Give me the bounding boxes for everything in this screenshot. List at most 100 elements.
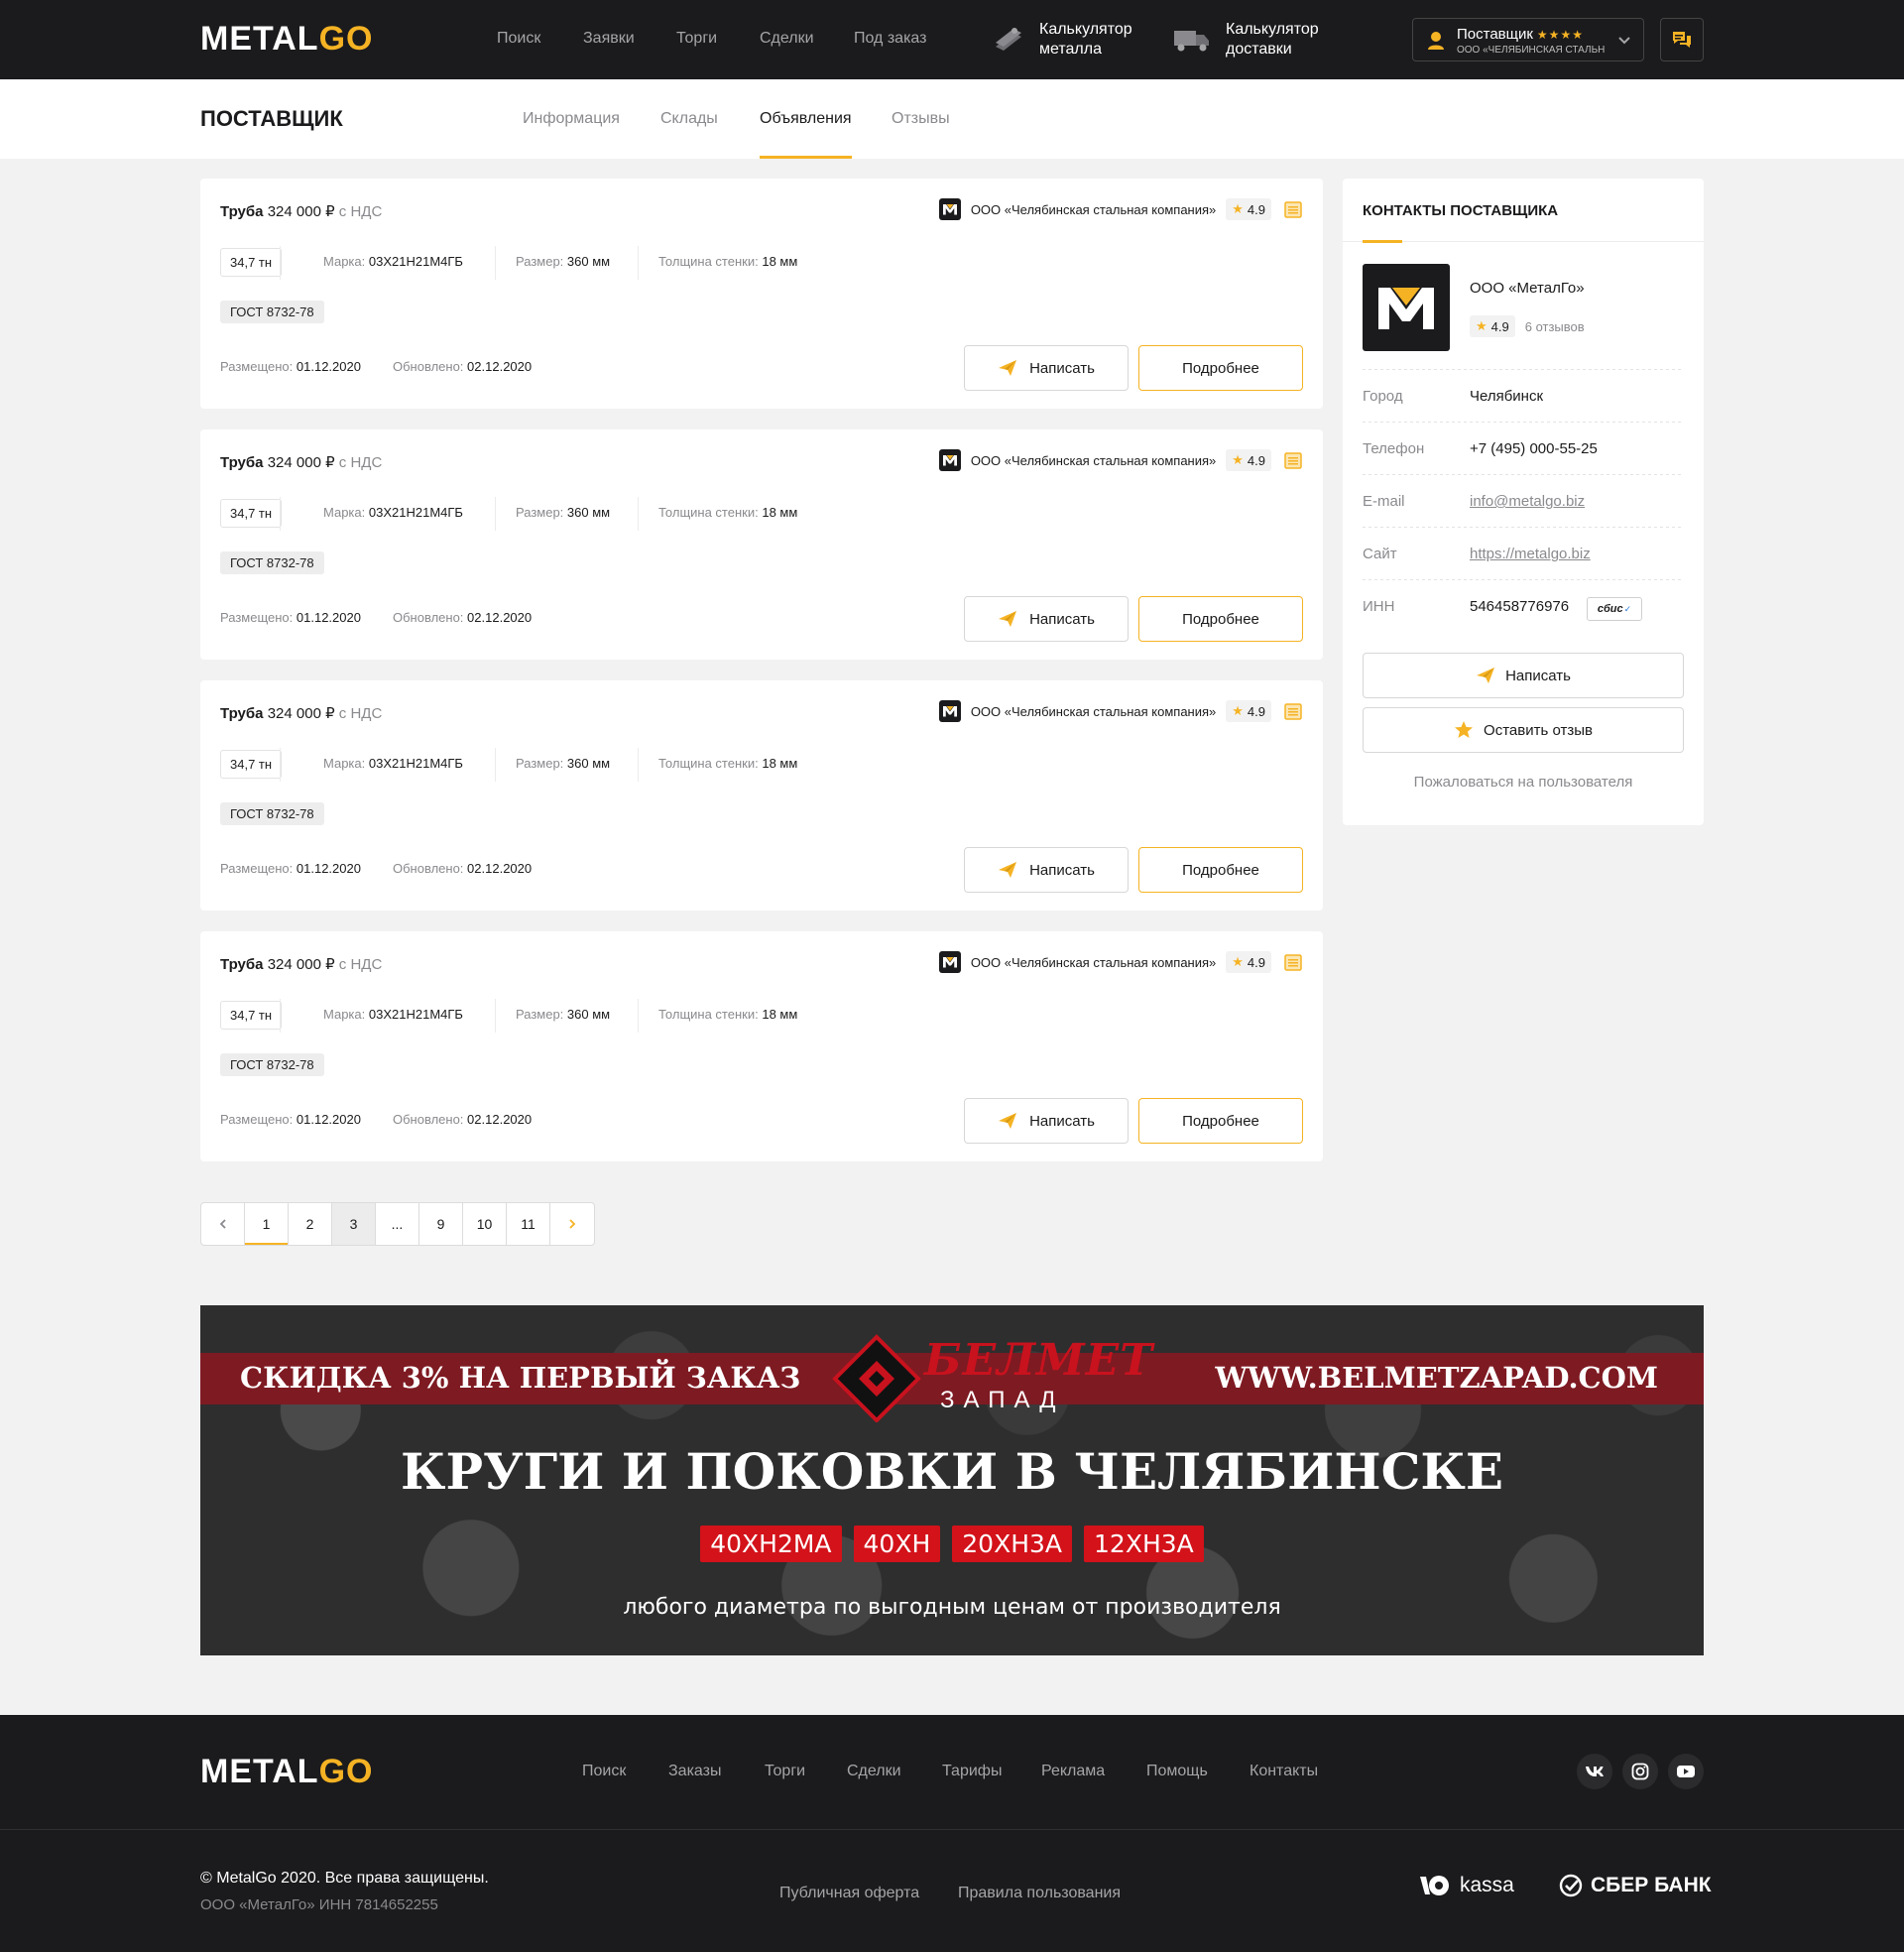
- delivery-calculator-link[interactable]: Калькулятор доставки: [1172, 20, 1319, 60]
- messages-button[interactable]: [1660, 18, 1704, 61]
- email-link[interactable]: info@metalgo.biz: [1470, 493, 1585, 510]
- metal-calculator-link[interactable]: Калькулятор металла: [992, 20, 1132, 60]
- divider: [280, 497, 281, 531]
- listing-card[interactable]: Труба 324 000 ₽ с НДС ООО «Челябинская с…: [200, 179, 1323, 409]
- grade-badge: 20ХН3А: [952, 1525, 1073, 1562]
- listing-price: 324 000 ₽: [267, 705, 335, 722]
- reviews-count-link[interactable]: 6 отзывов: [1525, 319, 1585, 334]
- nav-search[interactable]: Поиск: [497, 30, 540, 48]
- divider: [638, 246, 639, 280]
- footer-nav-advertising[interactable]: Реклама: [1041, 1763, 1105, 1780]
- legal-info-text: ООО «МеталГо» ИНН 7814652255: [200, 1896, 438, 1913]
- size-spec: Размер: 360 мм: [516, 505, 611, 520]
- product-name: Труба: [220, 705, 264, 722]
- divider: [280, 246, 281, 280]
- size-spec: Размер: 360 мм: [516, 254, 611, 269]
- details-button[interactable]: Подробнее: [1138, 596, 1303, 642]
- star-icon: ★: [1232, 703, 1244, 718]
- grade-badge: 40ХН: [853, 1525, 941, 1562]
- truck-icon: [1174, 31, 1209, 52]
- pagination-ellipsis: ...: [376, 1203, 419, 1245]
- seller-info[interactable]: ООО «Челябинская стальная компания» ★ 4.9: [938, 951, 1303, 973]
- seller-info[interactable]: ООО «Челябинская стальная компания» ★ 4.9: [938, 700, 1303, 722]
- pagination-page[interactable]: 1: [245, 1203, 289, 1245]
- report-user-link[interactable]: Пожаловаться на пользователя: [1343, 774, 1704, 791]
- seller-info[interactable]: ООО «Челябинская стальная компания» ★ 4.9: [938, 449, 1303, 471]
- footer-nav-deals[interactable]: Сделки: [847, 1763, 901, 1780]
- user-account-dropdown[interactable]: Поставщик ★★★★ ООО «ЧЕЛЯБИНСКАЯ СТАЛЬН...: [1412, 18, 1644, 61]
- wall-thickness-value: 18 мм: [762, 756, 798, 771]
- paper-plane-icon: [999, 611, 1017, 627]
- gost-tag: ГОСТ 8732-78: [220, 301, 324, 323]
- seller-info[interactable]: ООО «Челябинская стальная компания» ★ 4.9: [938, 198, 1303, 220]
- details-button[interactable]: Подробнее: [1138, 847, 1303, 893]
- city-value: Челябинск: [1470, 388, 1544, 405]
- footer-nav-search[interactable]: Поиск: [582, 1763, 626, 1780]
- footer-nav-pricing[interactable]: Тарифы: [942, 1763, 1002, 1780]
- company-check-badge[interactable]: сбис ✓: [1587, 597, 1642, 621]
- tab-listings[interactable]: Объявления: [760, 110, 852, 128]
- footer-nav-help[interactable]: Помощь: [1146, 1763, 1208, 1780]
- listing-card[interactable]: Труба 324 000 ₽ с НДС ООО «Челябинская с…: [200, 680, 1323, 911]
- listing-card[interactable]: Труба 324 000 ₽ с НДС ООО «Челябинская с…: [200, 429, 1323, 660]
- document-icon[interactable]: [1283, 450, 1303, 470]
- details-button[interactable]: Подробнее: [1138, 345, 1303, 391]
- listing-price: 324 000 ₽: [267, 203, 335, 220]
- listing-card[interactable]: Труба 324 000 ₽ с НДС ООО «Челябинская с…: [200, 931, 1323, 1161]
- advertisement-banner[interactable]: СКИДКА 3% НА ПЕРВЫЙ ЗАКАЗ WWW.BELMETZAPA…: [200, 1305, 1704, 1655]
- leave-review-button[interactable]: Оставить отзыв: [1363, 707, 1684, 753]
- footer-nav-contacts[interactable]: Контакты: [1250, 1763, 1318, 1780]
- check-icon: ✓: [1623, 603, 1632, 614]
- pagination-prev-button[interactable]: [201, 1203, 245, 1245]
- posted-date: Размещено: 01.12.2020: [220, 1112, 361, 1127]
- metalgo-logo[interactable]: METALGO: [200, 20, 373, 59]
- write-message-button[interactable]: Написать: [964, 847, 1129, 893]
- divider: [1363, 369, 1684, 370]
- pagination-next-button[interactable]: [550, 1203, 594, 1245]
- pagination-page[interactable]: 9: [419, 1203, 463, 1245]
- logo-text-metal: METAL: [200, 20, 319, 58]
- grade-spec: Марка: 03Х21Н21М4ГБ: [323, 254, 463, 269]
- nav-custom-order[interactable]: Под заказ: [854, 30, 926, 48]
- nav-deals[interactable]: Сделки: [760, 30, 814, 48]
- divider: [0, 1829, 1904, 1830]
- grade-value: 03Х21Н21М4ГБ: [368, 505, 463, 520]
- document-icon[interactable]: [1283, 199, 1303, 219]
- listing-title: Труба 324 000 ₽ с НДС: [220, 453, 382, 471]
- nav-auctions[interactable]: Торги: [676, 30, 717, 48]
- terms-of-use-link[interactable]: Правила пользования: [958, 1885, 1121, 1902]
- tab-information[interactable]: Информация: [523, 110, 620, 128]
- pagination-page[interactable]: 3: [332, 1203, 376, 1245]
- pagination-page[interactable]: 10: [463, 1203, 507, 1245]
- footer-nav-auctions[interactable]: Торги: [765, 1763, 805, 1780]
- vat-note: с НДС: [338, 454, 383, 471]
- sberbank-icon: [1559, 1874, 1583, 1897]
- top-navigation-bar: METALGO Поиск Заявки Торги Сделки Под за…: [0, 0, 1904, 79]
- write-message-button[interactable]: Написать: [964, 596, 1129, 642]
- document-icon[interactable]: [1283, 952, 1303, 972]
- seller-m-logo-icon: [942, 455, 957, 466]
- instagram-icon[interactable]: [1622, 1754, 1658, 1789]
- seller-logo: [938, 700, 961, 722]
- write-message-button[interactable]: Написать: [1363, 653, 1684, 698]
- footer-nav-orders[interactable]: Заказы: [668, 1763, 721, 1780]
- pagination-page[interactable]: 11: [507, 1203, 550, 1245]
- divider: [495, 999, 496, 1033]
- listing-price: 324 000 ₽: [267, 454, 335, 471]
- document-icon[interactable]: [1283, 701, 1303, 721]
- tab-warehouses[interactable]: Склады: [660, 110, 718, 128]
- divider: [1363, 474, 1684, 475]
- website-link[interactable]: https://metalgo.biz: [1470, 546, 1591, 562]
- public-offer-link[interactable]: Публичная оферта: [779, 1885, 919, 1902]
- details-button[interactable]: Подробнее: [1138, 1098, 1303, 1144]
- write-message-button[interactable]: Написать: [964, 345, 1129, 391]
- youtube-icon[interactable]: [1668, 1754, 1704, 1789]
- tab-reviews[interactable]: Отзывы: [892, 110, 950, 128]
- vk-icon[interactable]: [1577, 1754, 1612, 1789]
- write-message-button[interactable]: Написать: [964, 1098, 1129, 1144]
- footer-logo[interactable]: METALGO: [200, 1753, 373, 1791]
- pagination-page[interactable]: 2: [289, 1203, 332, 1245]
- size-value: 360 мм: [566, 756, 611, 771]
- nav-requests[interactable]: Заявки: [583, 30, 635, 48]
- chevron-down-icon: [1618, 37, 1630, 45]
